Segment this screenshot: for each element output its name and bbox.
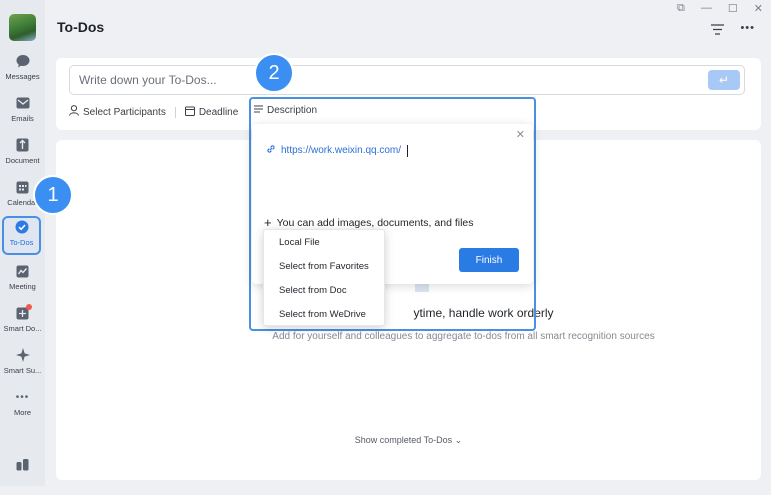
sidebar-item-label: Smart Do... [3, 324, 42, 333]
menu-item-doc[interactable]: Select from Doc [264, 278, 384, 302]
chevron-down-icon: ⌄ [454, 435, 463, 445]
sidebar-item-apps[interactable] [0, 455, 45, 495]
more-options-icon[interactable]: ••• [740, 22, 755, 38]
submit-button[interactable]: ↵ [708, 70, 740, 90]
divider [174, 106, 176, 118]
meeting-icon [16, 264, 30, 278]
checkmark-circle-icon [15, 220, 29, 234]
sidebar-item-label: Smart Su... [3, 366, 42, 375]
link-text[interactable]: https://work.weixin.qq.com/ [281, 145, 401, 156]
link-icon [266, 144, 276, 157]
pin-window-icon[interactable]: ⧉ [677, 2, 685, 15]
select-participants-button[interactable]: Select Participants [69, 105, 166, 119]
show-completed-toggle[interactable]: Show completed To-Dos ⌄ [56, 435, 761, 446]
person-icon [69, 105, 79, 119]
show-completed-label: Show completed To-Dos [354, 435, 453, 445]
deadline-label: Deadline [198, 106, 239, 118]
todo-input[interactable] [69, 65, 745, 95]
chat-bubble-icon [16, 54, 30, 68]
description-label: Description [267, 105, 318, 116]
sidebar-item-label: Emails [11, 114, 34, 123]
description-button[interactable]: Description [254, 105, 317, 116]
step-badge-2: 2 [254, 53, 294, 93]
filter-icon[interactable] [711, 22, 725, 38]
lines-icon [254, 105, 263, 116]
maximize-icon[interactable]: ☐ [728, 2, 738, 15]
smart-doc-icon [16, 304, 32, 320]
sidebar-item-label: Meeting [9, 282, 36, 291]
menu-item-favorites[interactable]: Select from Favorites [264, 254, 384, 278]
sidebar-item-emails[interactable]: Emails [0, 94, 45, 134]
add-attachment-button[interactable]: + You can add images, documents, and fil… [264, 215, 474, 230]
text-cursor [407, 144, 409, 157]
notification-dot [25, 304, 32, 310]
window-controls: ⧉ — ☐ ✕ [677, 2, 763, 15]
description-text[interactable]: https://work.weixin.qq.com/ [266, 144, 409, 157]
sidebar-item-messages[interactable]: Messages [0, 52, 45, 92]
calendar-icon [16, 180, 30, 194]
sidebar-item-label: To-Dos [9, 238, 34, 247]
page-title: To-Dos [57, 19, 105, 35]
apps-icon [16, 457, 30, 471]
menu-item-local-file[interactable]: Local File [264, 230, 384, 254]
document-icon [16, 138, 30, 152]
sidebar-item-smart-summary[interactable]: Smart Su... [0, 346, 45, 386]
close-window-icon[interactable]: ✕ [754, 2, 763, 15]
sidebar: Messages Emails Document Calendar To-Dos… [0, 0, 45, 486]
sidebar-item-document[interactable]: Document [0, 136, 45, 176]
enter-arrow-icon: ↵ [718, 73, 730, 87]
sidebar-item-label: More [13, 408, 32, 417]
sidebar-item-label: Document [5, 156, 40, 165]
finish-button[interactable]: Finish [459, 248, 519, 272]
envelope-icon [16, 96, 30, 110]
close-icon[interactable]: ✕ [516, 128, 525, 141]
minimize-icon[interactable]: — [701, 2, 712, 15]
empty-state-subtitle: Add for yourself and colleagues to aggre… [272, 331, 655, 342]
sidebar-item-label: Messages [5, 72, 40, 81]
add-attachment-label: You can add images, documents, and files [276, 216, 474, 229]
step-badge-1: 1 [33, 175, 73, 215]
menu-item-wedrive[interactable]: Select from WeDrive [264, 302, 384, 326]
sparkle-icon [15, 348, 30, 362]
select-participants-label: Select Participants [83, 106, 166, 118]
sidebar-item-smart-doc[interactable]: Smart Do... [0, 304, 45, 344]
deadline-button[interactable]: Deadline [184, 106, 239, 119]
calendar-small-icon [184, 106, 195, 119]
header-actions: ••• [711, 22, 755, 38]
plus-icon: + [264, 215, 272, 230]
todo-options-bar: Select Participants Deadline [69, 105, 238, 119]
more-dots-icon: ••• [15, 391, 30, 403]
attach-menu: Local File Select from Favorites Select … [263, 229, 385, 326]
sidebar-item-todos[interactable]: To-Dos [2, 216, 41, 255]
sidebar-item-more[interactable]: ••• More [0, 388, 45, 428]
avatar[interactable] [9, 14, 36, 41]
sidebar-item-meeting[interactable]: Meeting [0, 262, 45, 302]
